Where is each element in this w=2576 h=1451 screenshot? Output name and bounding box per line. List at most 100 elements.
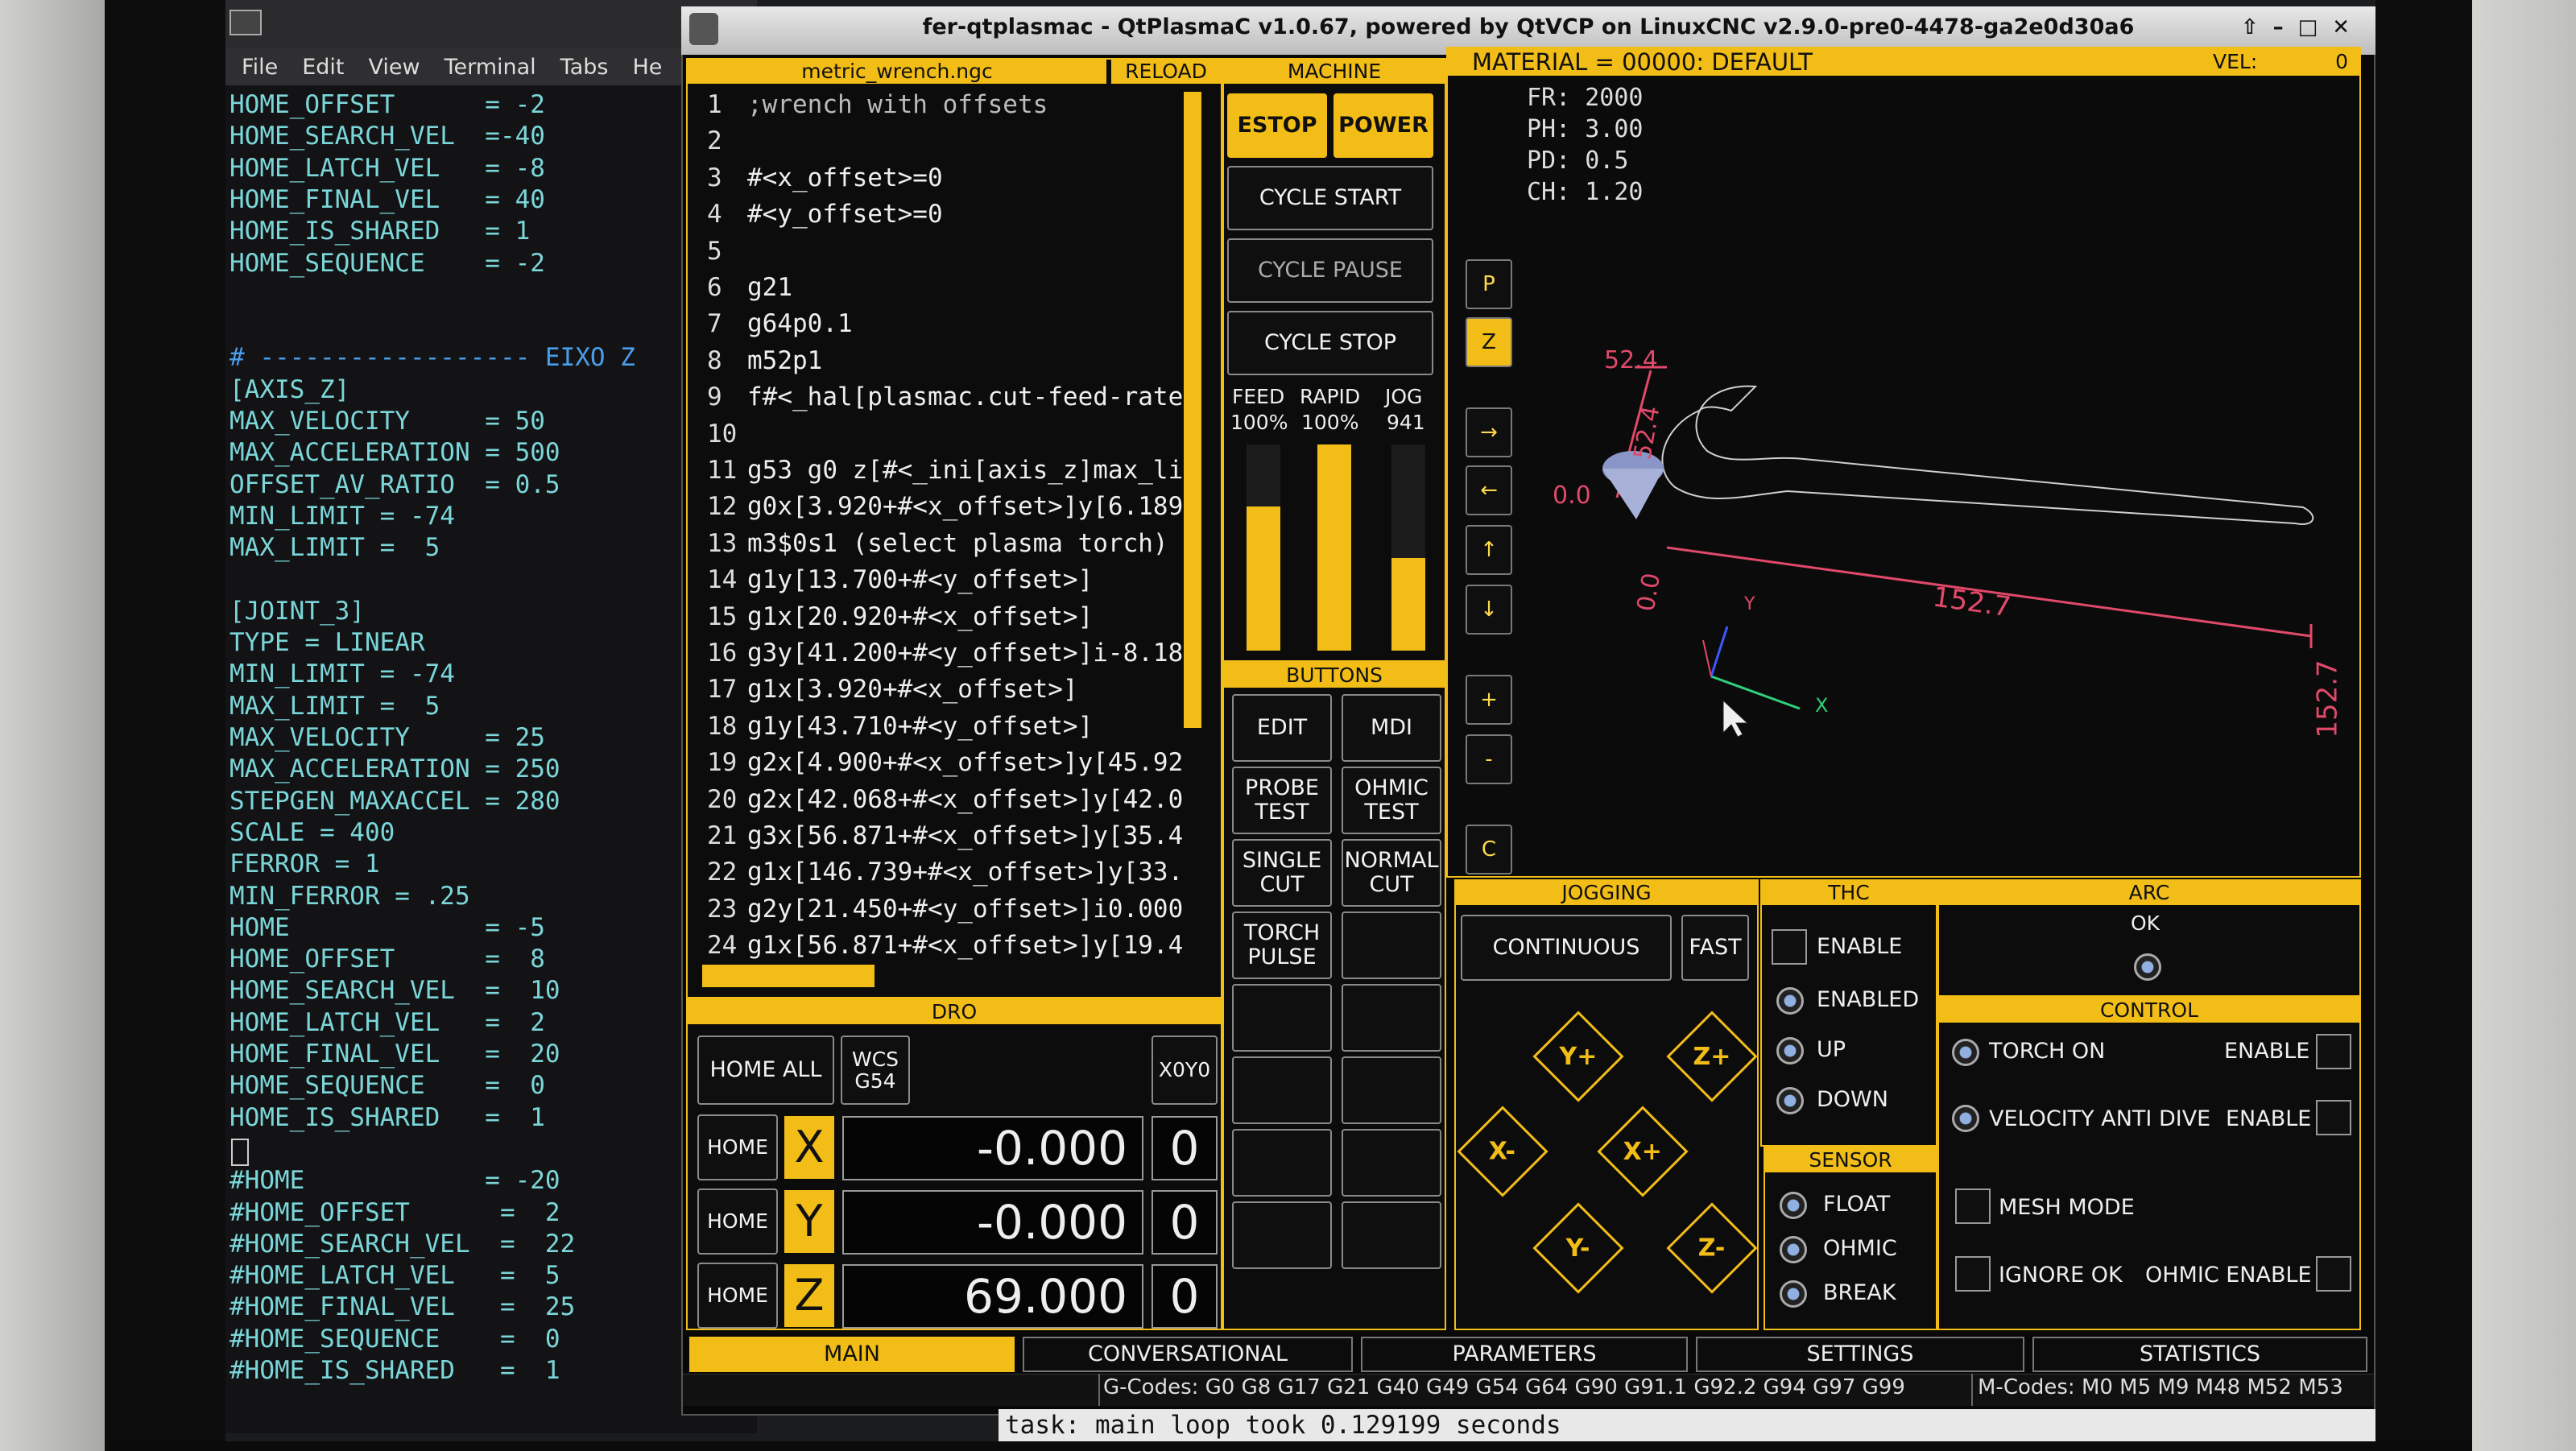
menu-help[interactable]: He (632, 55, 662, 80)
user-button-empty[interactable] (1232, 1129, 1332, 1197)
x0y0-button[interactable]: X0Y0 (1152, 1036, 1218, 1105)
tab-statistics[interactable]: STATISTICS (2032, 1337, 2367, 1372)
gcode-line-number: 17 (707, 675, 738, 705)
dro-axis-z[interactable]: Z (784, 1264, 834, 1327)
tab-main[interactable]: MAIN (689, 1337, 1015, 1372)
tab-conversational[interactable]: CONVERSATIONAL (1023, 1337, 1353, 1372)
gcode-line[interactable]: g2x[4.900+#<x_offset>]y[45.928 (747, 748, 1182, 777)
dro-offset-y[interactable]: 0 (1152, 1190, 1218, 1255)
estop-button[interactable]: ESTOP (1227, 93, 1327, 158)
gcode-vscrollbar[interactable] (1184, 92, 1201, 728)
torch-pulse-button[interactable]: TORCH PULSE (1232, 912, 1332, 979)
menu-view[interactable]: View (368, 55, 420, 80)
rapid-slider[interactable] (1317, 444, 1351, 651)
gcode-line[interactable]: #<x_offset>=0 (747, 163, 1182, 192)
gcode-line[interactable]: g0x[3.920+#<x_offset>]y[6.189+ (747, 492, 1182, 521)
cycle-stop-button[interactable]: CYCLE STOP (1227, 311, 1433, 375)
user-button-empty[interactable] (1342, 1129, 1441, 1197)
gcode-line[interactable]: g2y[21.450+#<y_offset>]i0.000j- (747, 895, 1182, 924)
user-button-empty[interactable] (1232, 984, 1332, 1052)
normal-cut-button[interactable]: NORMAL CUT (1342, 839, 1441, 907)
home-axis-button[interactable]: HOME (697, 1263, 778, 1329)
minimize-icon[interactable]: – (2273, 15, 2298, 39)
gcode-line[interactable]: g2x[42.068+#<x_offset>]y[42.00 (747, 785, 1182, 814)
preview-side-button[interactable]: C (1466, 825, 1512, 874)
home-axis-button[interactable]: HOME (697, 1114, 778, 1180)
gcode-line-number: 21 (707, 821, 738, 850)
tab-settings[interactable]: SETTINGS (1696, 1337, 2024, 1372)
dro-axis-y[interactable]: Y (784, 1190, 834, 1253)
gcode-line[interactable]: g1x[146.739+#<x_offset>]y[33.4 (747, 858, 1182, 887)
vad-enable-checkbox[interactable] (2316, 1100, 2351, 1135)
menu-terminal[interactable]: Terminal (444, 55, 536, 80)
edit-button[interactable]: EDIT (1232, 694, 1332, 762)
terminal-titlebar (225, 0, 757, 48)
menu-tabs[interactable]: Tabs (560, 55, 609, 80)
power-button[interactable]: POWER (1333, 93, 1433, 158)
jog-x-minus-label: X- (1489, 1137, 1516, 1166)
single-cut-button[interactable]: SINGLE CUT (1232, 839, 1332, 907)
gcode-line[interactable]: g53 g0 z[#<_ini[axis_z]max_limit> (747, 456, 1182, 485)
gcode-line[interactable]: m52p1 (747, 346, 1182, 375)
gcode-line[interactable]: g1x[20.920+#<x_offset>] (747, 602, 1182, 631)
gcode-hscrollbar[interactable] (702, 965, 875, 987)
terminal-line: [JOINT_3] (229, 596, 365, 626)
gcode-line[interactable]: g3x[56.871+#<x_offset>]y[35.45 (747, 821, 1182, 850)
wcs-button[interactable]: WCS G54 (841, 1036, 910, 1105)
torch-cone-icon (1602, 469, 1664, 519)
dro-offset-z[interactable]: 0 (1152, 1264, 1218, 1329)
dro-axis-x[interactable]: X (784, 1116, 834, 1179)
close-icon[interactable]: ✕ (2332, 15, 2364, 39)
cycle-pause-button[interactable]: CYCLE PAUSE (1227, 238, 1433, 303)
thc-enable-checkbox[interactable] (1772, 929, 1807, 965)
jog-slider[interactable] (1391, 444, 1425, 651)
reload-button[interactable]: RELOAD (1110, 60, 1221, 84)
preview-side-button[interactable]: P (1466, 259, 1512, 309)
gcode-line[interactable]: g21 (747, 273, 1182, 302)
ignore-ok-checkbox[interactable] (1955, 1256, 1991, 1292)
gcode-line[interactable]: #<y_offset>=0 (747, 200, 1182, 229)
user-button-empty[interactable] (1342, 984, 1441, 1052)
gcode-line[interactable]: g1y[13.700+#<y_offset>] (747, 565, 1182, 594)
gcode-preview-canvas[interactable] (1498, 322, 2343, 773)
jog-fast-button[interactable]: FAST (1681, 915, 1749, 981)
dro-offset-x[interactable]: 0 (1152, 1116, 1218, 1180)
axis-y-line (1710, 626, 1729, 677)
gcode-line[interactable]: ;wrench with offsets (747, 90, 1182, 119)
user-button-empty[interactable] (1342, 1056, 1441, 1124)
monitor-bezel-right (2375, 0, 2472, 1451)
user-button-empty[interactable] (1342, 1201, 1441, 1269)
gcode-line[interactable]: g64p0.1 (747, 309, 1182, 338)
up-icon[interactable]: ⇧ (2241, 15, 2273, 39)
terminal-line: HOME_SEARCH_VEL =-40 (229, 122, 545, 151)
terminal-icon[interactable] (229, 10, 262, 35)
gcode-line[interactable]: g1y[43.710+#<y_offset>] (747, 712, 1182, 741)
gcode-line[interactable]: g1x[3.920+#<x_offset>] (747, 675, 1182, 704)
feed-value: 100% (1230, 411, 1288, 434)
user-button-empty[interactable] (1232, 1056, 1332, 1124)
gcode-line[interactable]: f#<_hal[plasmac.cut-feed-rate]> ( (747, 382, 1182, 411)
gcode-line[interactable]: g1x[56.871+#<x_offset>]y[19.45 (747, 931, 1182, 960)
gcode-line[interactable]: g3y[41.200+#<y_offset>]i-8.182j (747, 639, 1182, 668)
user-button-empty[interactable] (1342, 912, 1441, 979)
mdi-button[interactable]: MDI (1342, 694, 1441, 762)
monitor-bezel-bottom (105, 1441, 2472, 1451)
home-all-button[interactable]: HOME ALL (697, 1036, 834, 1105)
maximize-icon[interactable]: □ (2298, 15, 2333, 39)
torch-enable-checkbox[interactable] (2316, 1034, 2351, 1069)
ohmic-test-button[interactable]: OHMIC TEST (1342, 767, 1441, 834)
probe-test-button[interactable]: PROBE TEST (1232, 767, 1332, 834)
feed-slider-fill (1247, 506, 1280, 651)
tab-parameters[interactable]: PARAMETERS (1361, 1337, 1688, 1372)
gcode-line[interactable]: m3$0s1 (select plasma torch) (747, 529, 1182, 558)
menu-edit[interactable]: Edit (302, 55, 344, 80)
menu-file[interactable]: File (242, 55, 278, 80)
cycle-start-button[interactable]: CYCLE START (1227, 166, 1433, 230)
arc-ok-led (2134, 953, 2161, 981)
jog-continuous-dropdown[interactable]: CONTINUOUS (1461, 915, 1672, 981)
feed-slider[interactable] (1247, 444, 1280, 651)
ohmic-enable-checkbox[interactable] (2316, 1256, 2351, 1292)
user-button-empty[interactable] (1232, 1201, 1332, 1269)
mesh-mode-checkbox[interactable] (1955, 1188, 1991, 1224)
home-axis-button[interactable]: HOME (697, 1188, 778, 1255)
